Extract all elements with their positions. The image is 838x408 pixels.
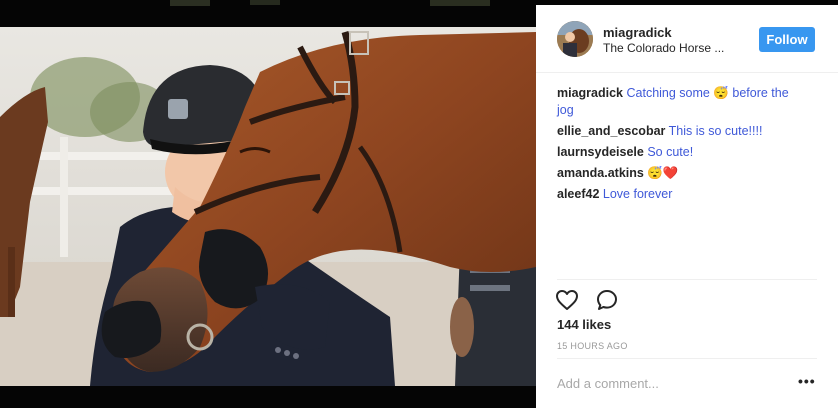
post-location[interactable]: The Colorado Horse ... bbox=[603, 41, 743, 55]
add-comment-input[interactable] bbox=[557, 376, 777, 391]
post-header: miagradick The Colorado Horse ... Follow bbox=[536, 5, 838, 73]
comment-text: This is so cute!!!! bbox=[668, 124, 763, 138]
list-item: aleef42 Love forever bbox=[557, 186, 807, 203]
avatar[interactable] bbox=[557, 21, 593, 57]
comment-text: Love forever bbox=[602, 187, 673, 201]
avatar-image bbox=[557, 21, 593, 57]
post-photo[interactable] bbox=[0, 27, 536, 386]
post-side-panel: miagradick The Colorado Horse ... Follow… bbox=[536, 5, 838, 408]
comment-username[interactable]: aleef42 bbox=[557, 187, 599, 201]
comments-list: miagradick Catching some 😴 before the jo… bbox=[557, 85, 807, 207]
more-options-icon[interactable]: ••• bbox=[798, 373, 816, 389]
photo-horse-and-rider bbox=[0, 27, 536, 386]
comment-text: So cute! bbox=[647, 145, 694, 159]
post-timestamp[interactable]: 15 HOURS AGO bbox=[557, 341, 628, 351]
list-item: laurnsydeisele So cute! bbox=[557, 144, 807, 161]
caption: miagradick Catching some 😴 before the jo… bbox=[557, 85, 807, 119]
heart-icon[interactable] bbox=[555, 288, 579, 312]
list-item: ellie_and_escobar This is so cute!!!! bbox=[557, 123, 807, 140]
bottom-background-strip bbox=[0, 386, 536, 408]
comment-username[interactable]: miagradick bbox=[557, 86, 623, 100]
divider bbox=[557, 358, 817, 359]
comment-username[interactable]: laurnsydeisele bbox=[557, 145, 644, 159]
follow-button[interactable]: Follow bbox=[759, 27, 815, 52]
comment-username[interactable]: ellie_and_escobar bbox=[557, 124, 665, 138]
post-actions bbox=[555, 288, 631, 314]
comment-username[interactable]: amanda.atkins bbox=[557, 166, 644, 180]
comment-text: 😴❤️ bbox=[647, 166, 679, 180]
likes-count[interactable]: 144 likes bbox=[557, 317, 611, 332]
comment-icon[interactable] bbox=[595, 288, 619, 312]
list-item: amanda.atkins 😴❤️ bbox=[557, 165, 807, 182]
divider bbox=[557, 279, 817, 280]
post-username[interactable]: miagradick bbox=[603, 25, 672, 40]
